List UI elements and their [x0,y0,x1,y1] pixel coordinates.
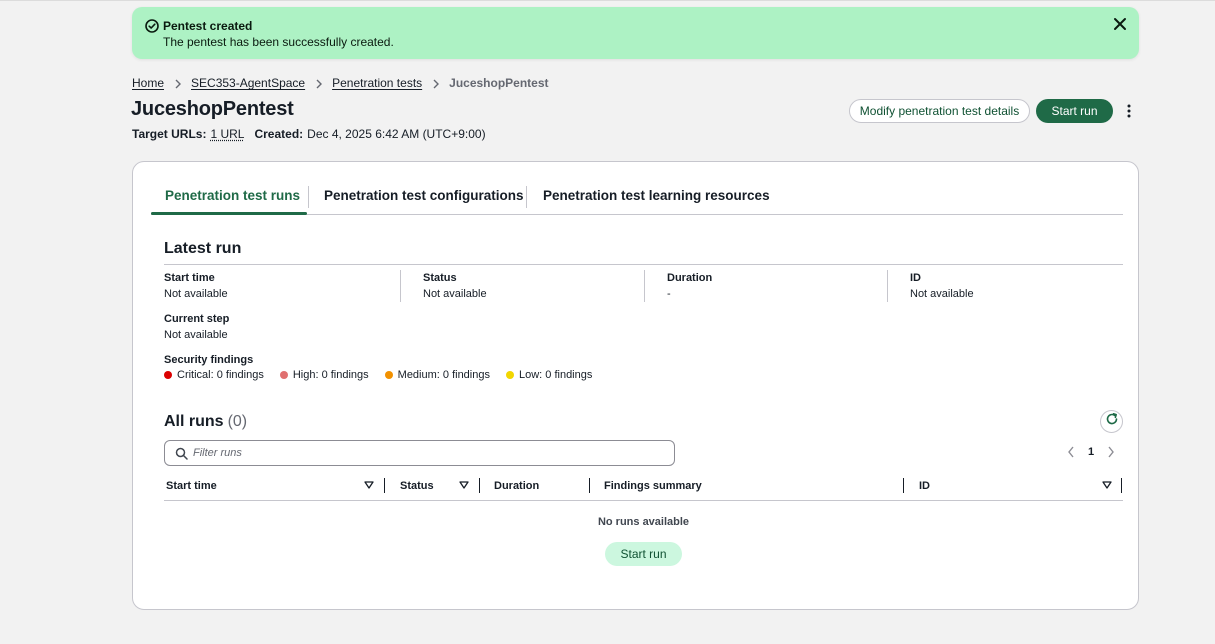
chevron-right-icon [431,78,441,89]
chevron-right-icon[interactable] [1104,445,1118,459]
pentest-meta: Target URLs: 1 URL Created: Dec 4, 2025 … [132,127,486,141]
top-border [0,0,1215,1]
sort-triangle-icon[interactable] [364,480,374,490]
page-title: JuceshopPentest [131,98,294,120]
success-flash: Pentest created The pentest has been suc… [132,7,1139,59]
runs-table-header: Start time Status Duration Findings summ… [164,476,1123,501]
all-runs-count: (0) [227,413,248,430]
target-urls-link[interactable]: 1 URL [210,127,244,141]
created-label: Created: [254,127,304,141]
pagination: 1 [1064,445,1118,459]
chevron-left-icon[interactable] [1064,445,1078,459]
empty-state-start-run-button[interactable]: Start run [605,542,682,566]
finding-critical-text: Critical: 0 findings [177,369,264,381]
check-circle-icon [144,18,160,34]
finding-medium-text: Medium: 0 findings [397,369,490,381]
finding-low: Low: 0 findings [505,369,593,381]
column-findings-summary[interactable]: Findings summary [604,480,702,492]
refresh-icon [1105,412,1119,431]
tab-penetration-test-learning-resources[interactable]: Penetration test learning resources [543,182,770,215]
column-divider [1121,478,1122,493]
column-divider [887,270,888,302]
security-findings-label: Security findings [164,354,254,366]
filter-runs-input[interactable] [193,443,663,463]
column-start-time[interactable]: Start time [166,480,217,492]
empty-state-text: No runs available [597,516,690,528]
breadcrumb-agentspace[interactable]: SEC353-AgentSpace [191,76,305,90]
latest-run-heading: Latest run [164,240,242,257]
tab-penetration-test-configurations[interactable]: Penetration test configurations [324,182,524,215]
critical-dot-icon [164,371,172,379]
active-tab-indicator [151,212,307,215]
duration-value: - [667,288,671,300]
finding-medium: Medium: 0 findings [384,369,490,381]
id-label: ID [910,272,921,284]
main-panel: Penetration test runs Penetration test c… [132,161,1139,610]
refresh-button[interactable] [1100,410,1123,433]
column-id[interactable]: ID [919,480,930,492]
current-step-value: Not available [164,329,228,341]
tab-divider [526,186,527,208]
breadcrumb: Home SEC353-AgentSpace Penetration tests… [132,76,549,90]
start-time-value: Not available [164,288,228,300]
column-divider [644,270,645,302]
column-duration[interactable]: Duration [494,480,539,492]
finding-high-text: High: 0 findings [292,369,369,381]
start-time-label: Start time [164,272,215,284]
column-divider [903,478,904,493]
security-findings-list: Critical: 0 findings High: 0 findings Me… [164,369,608,381]
column-status[interactable]: Status [400,480,434,492]
column-divider [384,478,385,493]
more-actions-icon[interactable] [1121,101,1137,121]
medium-dot-icon [384,371,393,379]
status-value: Not available [423,288,487,300]
column-divider [479,478,480,493]
breadcrumb-home[interactable]: Home [132,76,164,90]
start-run-button[interactable]: Start run [1036,99,1113,123]
tab-list: Penetration test runs Penetration test c… [151,182,1123,215]
breadcrumb-current: JuceshopPentest [449,76,549,90]
close-icon[interactable] [1113,17,1127,31]
finding-critical: Critical: 0 findings [164,369,264,381]
all-runs-heading: All runs (0) [164,413,247,431]
all-runs-title: All runs [164,413,224,430]
column-divider [400,270,401,302]
created-value: Dec 4, 2025 6:42 AM (UTC+9:00) [307,127,486,141]
flash-title: Pentest created [163,19,253,33]
filter-runs-field [164,440,675,466]
finding-low-text: Low: 0 findings [518,369,593,381]
low-dot-icon [505,371,514,379]
tab-penetration-test-runs[interactable]: Penetration test runs [165,182,300,215]
duration-label: Duration [667,272,713,284]
chevron-right-icon [314,78,324,89]
search-icon [175,447,188,460]
divider [164,264,1123,265]
column-divider [589,478,590,493]
current-step-label: Current step [164,313,230,325]
high-dot-icon [279,371,288,379]
sort-triangle-icon[interactable] [1102,480,1112,490]
finding-high: High: 0 findings [279,369,369,381]
target-urls-label: Target URLs: [132,127,207,141]
sort-triangle-icon[interactable] [459,480,469,490]
id-value: Not available [910,288,974,300]
tab-divider [308,186,309,208]
status-label: Status [423,272,457,284]
modify-details-button[interactable]: Modify penetration test details [849,99,1030,123]
page-number[interactable]: 1 [1088,446,1094,458]
flash-message: The pentest has been successfully create… [163,35,394,49]
chevron-right-icon [173,78,183,89]
breadcrumb-penetration-tests[interactable]: Penetration tests [332,76,422,90]
